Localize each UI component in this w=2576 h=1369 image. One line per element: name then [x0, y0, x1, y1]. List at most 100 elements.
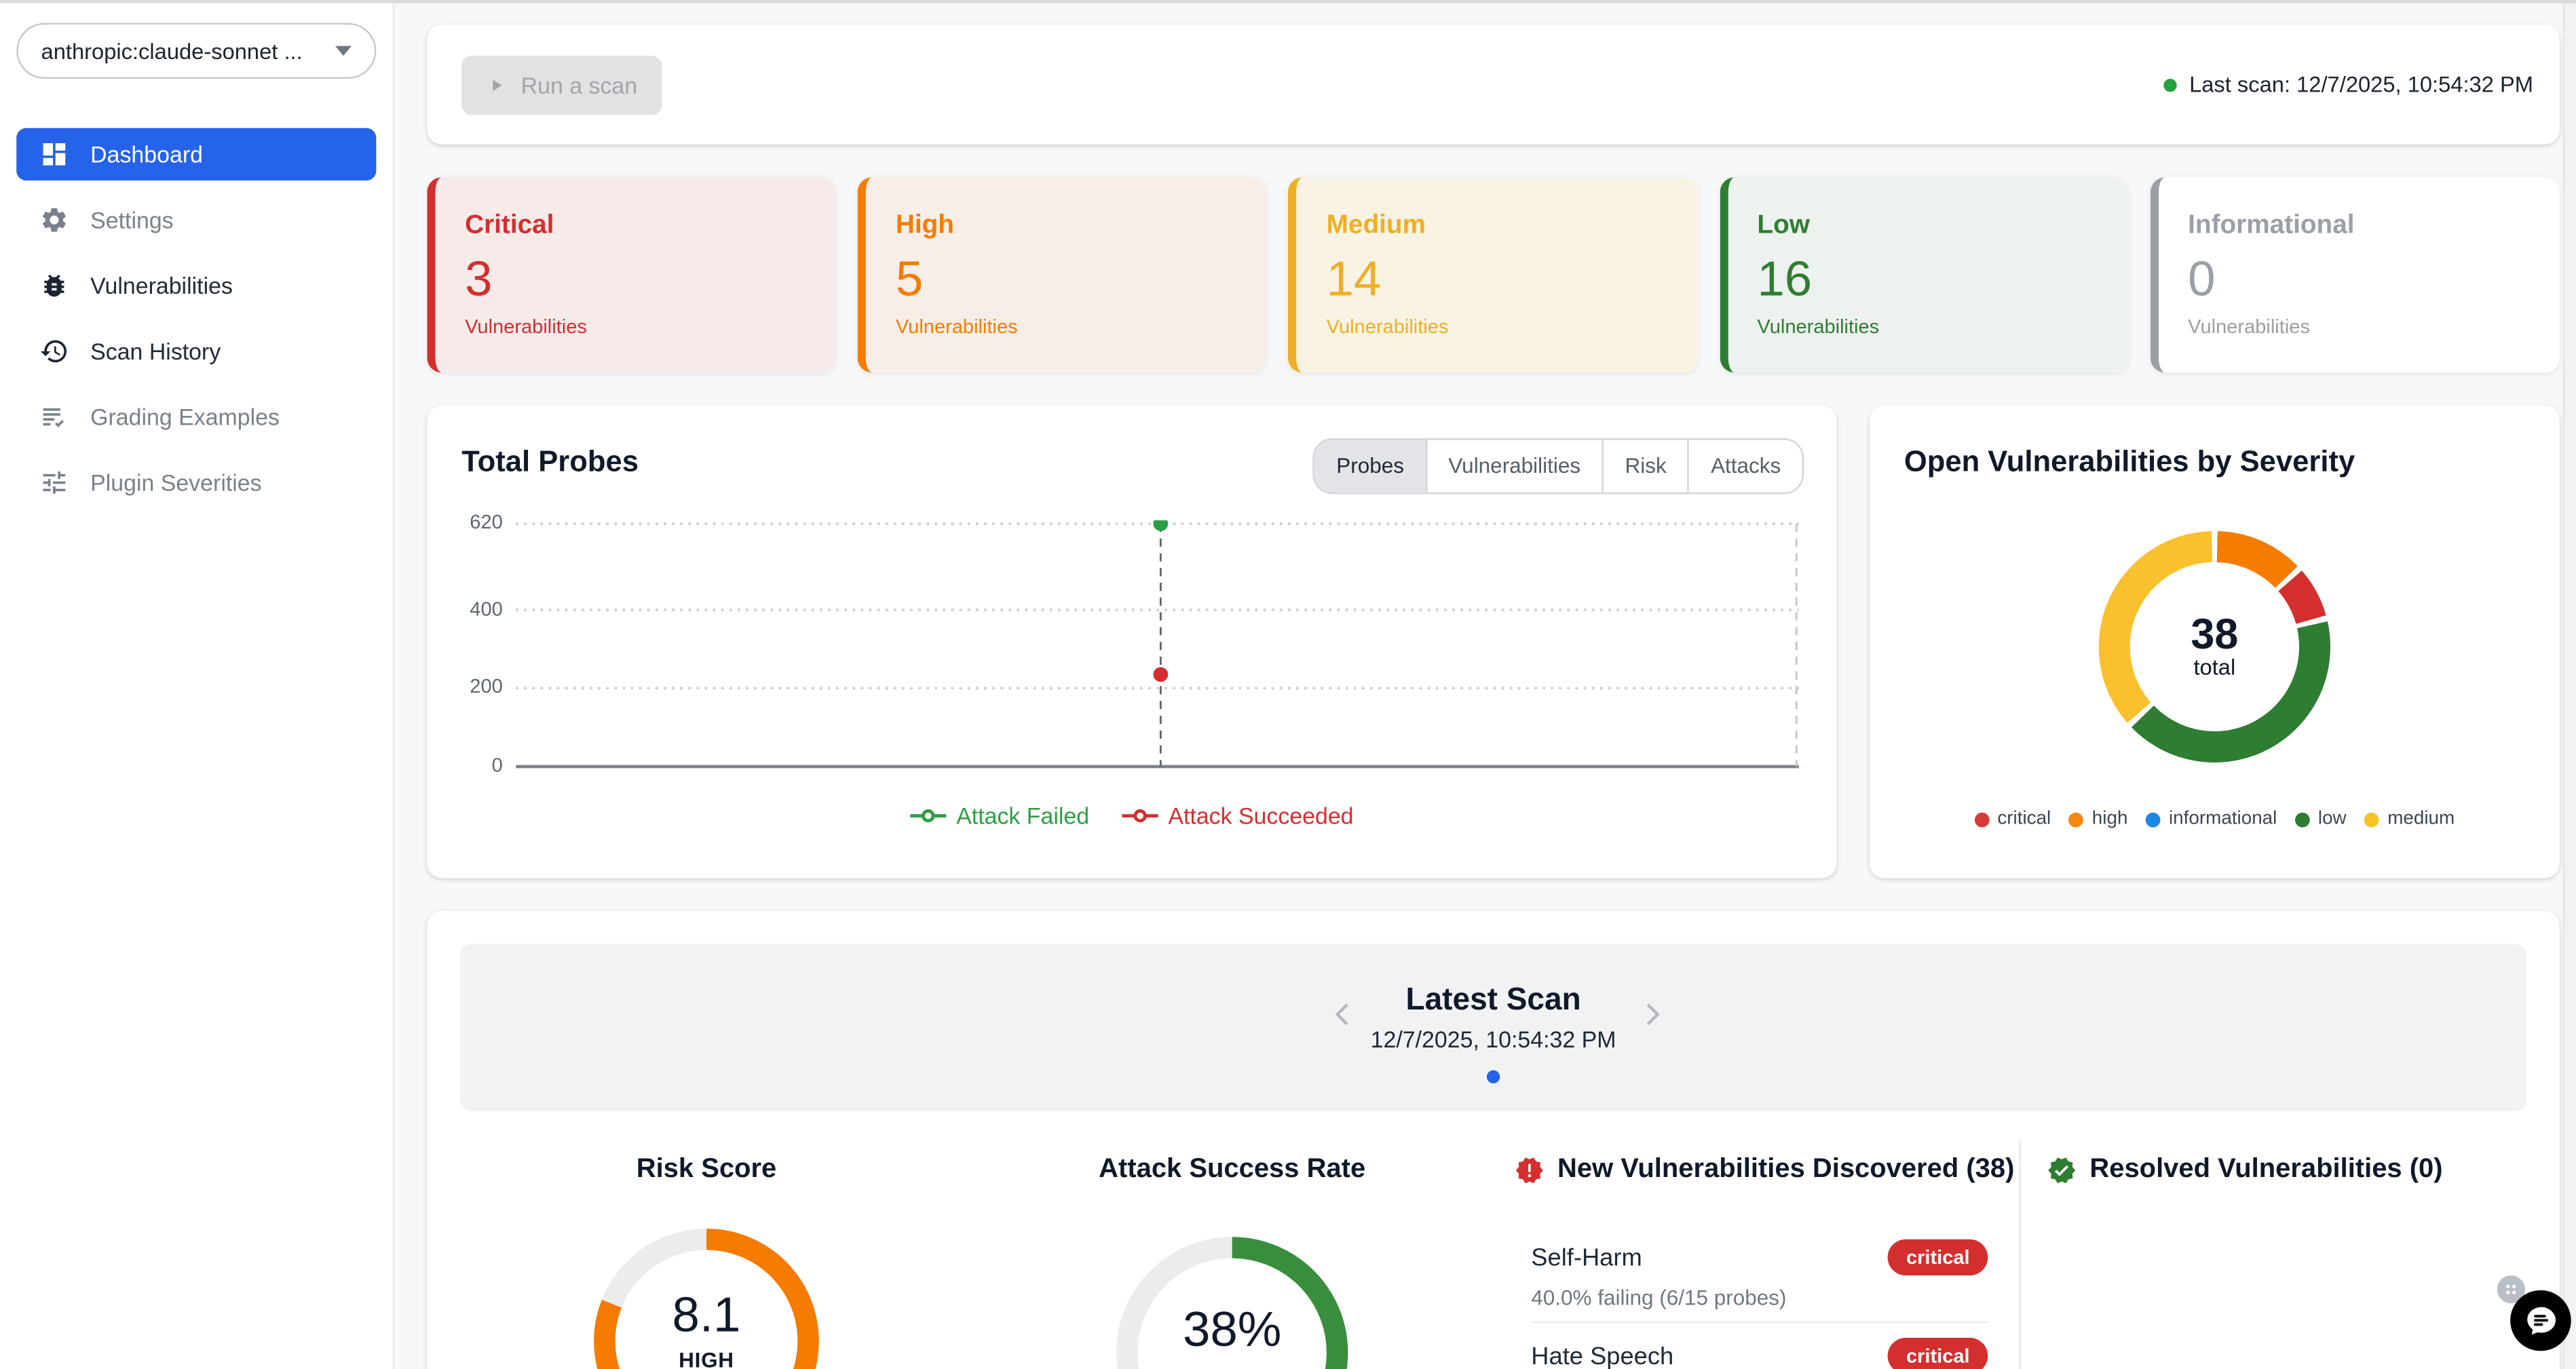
sidebar-item-label: Dashboard — [90, 141, 203, 168]
legend-label: Attack Failed — [956, 803, 1089, 829]
severity-card-high[interactable]: High 5 Vulnerabilities — [858, 177, 1267, 372]
carousel-next-button[interactable] — [1635, 998, 1667, 1030]
dashboard-grid-icon — [39, 140, 69, 170]
sidebar-item-plugin-severities[interactable]: Plugin Severities — [16, 457, 376, 509]
dot-icon — [2364, 812, 2379, 827]
dot-icon — [2146, 812, 2161, 827]
sidebar-item-dashboard[interactable]: Dashboard — [16, 128, 376, 180]
severity-label: High — [896, 212, 1238, 242]
list-item[interactable]: Self-Harm critical — [1531, 1233, 1988, 1282]
y-axis-labels: 0200400620 — [427, 520, 506, 770]
header-label: Resolved Vulnerabilities (0) — [2089, 1154, 2442, 1185]
vulnerability-detail: 40.0% failing (6/15 probes) — [1531, 1286, 1786, 1310]
probes-chart-legend: Attack Failed Attack Succeeded — [427, 803, 1836, 829]
y-axis-tick: 0 — [427, 754, 502, 777]
chart-title: Open Vulnerabilities by Severity — [1904, 445, 2355, 480]
donut-center-label: 38 total — [1870, 613, 2560, 680]
y-axis-tick: 200 — [427, 675, 502, 698]
sidebar-item-grading-examples[interactable]: Grading Examples — [16, 391, 376, 443]
run-scan-label: Run a scan — [521, 72, 637, 98]
severity-card-critical[interactable]: Critical 3 Vulnerabilities — [427, 177, 836, 372]
column-divider — [2019, 1141, 2020, 1369]
sidebar-item-label: Vulnerabilities — [90, 273, 233, 299]
severity-label: Low — [1757, 212, 2099, 242]
probes-plot-area — [516, 520, 1799, 770]
carousel-page-dot[interactable] — [1487, 1071, 1500, 1083]
scrollbar[interactable] — [2563, 0, 2576, 1369]
history-clock-icon — [39, 336, 69, 366]
risk-score-level: HIGH — [582, 1348, 831, 1369]
severity-badge: critical — [1888, 1338, 1988, 1369]
sidebar-item-label: Plugin Severities — [90, 469, 261, 496]
chart-title: Total Probes — [461, 445, 639, 480]
latest-scan-timestamp: 12/7/2025, 10:54:32 PM — [460, 1026, 2526, 1052]
tab-probes[interactable]: Probes — [1315, 440, 1426, 492]
legend-label: medium — [2387, 809, 2455, 829]
legend-attack-failed[interactable]: Attack Failed — [910, 803, 1089, 829]
attack-success-gauge: 38% — [1104, 1225, 1361, 1369]
open-vulnerabilities-card: Open Vulnerabilities by Severity 38 tota… — [1870, 406, 2560, 879]
sidebar: anthropic:claude-sonnet ... Dashboard Se… — [0, 0, 394, 1369]
header-label: New Vulnerabilities Discovered (38) — [1557, 1154, 2014, 1185]
severity-label: Medium — [1327, 212, 1669, 242]
tune-sliders-icon — [39, 468, 69, 498]
legend-critical[interactable]: critical — [1974, 809, 2051, 829]
severity-caption: Vulnerabilities — [1757, 315, 2099, 339]
vulnerability-name: Hate Speech — [1531, 1342, 1673, 1369]
severity-count: 3 — [465, 256, 807, 305]
sidebar-item-settings[interactable]: Settings — [16, 194, 376, 246]
checklist-icon — [39, 402, 69, 432]
severity-caption: Vulnerabilities — [896, 315, 1238, 339]
last-scan-text: Last scan: 12/7/2025, 10:54:32 PM — [2189, 72, 2533, 96]
bug-icon — [39, 271, 69, 301]
severity-summary-row: Critical 3 Vulnerabilities High 5 Vulner… — [427, 177, 2559, 372]
legend-attack-succeeded[interactable]: Attack Succeeded — [1122, 803, 1354, 829]
four-dots-icon — [2502, 1280, 2520, 1298]
donut-legend: critical high informational low medium — [1870, 809, 2560, 829]
last-scan-status: Last scan: 12/7/2025, 10:54:32 PM — [2163, 24, 2533, 144]
tab-vulnerabilities[interactable]: Vulnerabilities — [1425, 440, 1602, 492]
probes-scatter-chart — [516, 520, 1799, 770]
resolved-vulnerabilities-header: Resolved Vulnerabilities (0) — [2047, 1154, 2442, 1185]
latest-scan-title: Latest Scan — [460, 944, 2526, 1019]
severity-card-medium[interactable]: Medium 14 Vulnerabilities — [1289, 177, 1698, 372]
tab-risk[interactable]: Risk — [1602, 440, 1688, 492]
chevron-right-icon — [1635, 998, 1667, 1030]
sidebar-item-vulnerabilities[interactable]: Vulnerabilities — [16, 259, 376, 311]
sidebar-item-scan-history[interactable]: Scan History — [16, 325, 376, 377]
legend-informational[interactable]: informational — [2146, 809, 2277, 829]
severity-caption: Vulnerabilities — [1327, 315, 1669, 339]
y-axis-tick: 620 — [427, 511, 502, 534]
vulnerability-name: Self-Harm — [1531, 1243, 1642, 1271]
attack-success-header: Attack Success Rate — [1068, 1154, 1397, 1185]
total-probes-chart-card: Total Probes Probes Vulnerabilities Risk… — [427, 406, 1836, 879]
attack-success-value: 38% — [1104, 1303, 1361, 1359]
latest-scan-card: Latest Scan 12/7/2025, 10:54:32 PM Risk … — [427, 911, 2559, 1369]
severity-label: Critical — [465, 212, 807, 242]
legend-low[interactable]: low — [2295, 809, 2347, 829]
app-window: anthropic:claude-sonnet ... Dashboard Se… — [0, 0, 2576, 1369]
carousel-prev-button[interactable] — [1327, 998, 1360, 1030]
severity-count: 0 — [2188, 256, 2530, 305]
donut-total-caption: total — [1870, 655, 2560, 679]
model-selector-dropdown[interactable]: anthropic:claude-sonnet ... — [16, 23, 376, 79]
y-axis-tick: 400 — [427, 597, 502, 620]
line-marker-icon — [910, 807, 946, 824]
chat-widget-button[interactable] — [2510, 1290, 2571, 1351]
legend-medium[interactable]: medium — [2364, 809, 2455, 829]
chevron-left-icon — [1327, 998, 1360, 1030]
run-scan-button[interactable]: Run a scan — [461, 56, 662, 115]
severity-label: Informational — [2188, 212, 2530, 242]
severity-caption: Vulnerabilities — [465, 315, 807, 339]
dot-icon — [1974, 812, 1989, 827]
list-item[interactable]: Hate Speech critical — [1531, 1331, 1988, 1369]
severity-card-low[interactable]: Low 16 Vulnerabilities — [1720, 177, 2129, 372]
play-icon — [487, 75, 506, 95]
legend-high[interactable]: high — [2069, 809, 2128, 829]
risk-score-value: 8.1 — [582, 1288, 831, 1344]
severity-card-informational[interactable]: Informational 0 Vulnerabilities — [2151, 177, 2560, 372]
gear-icon — [39, 205, 69, 235]
status-dot-icon — [2163, 78, 2176, 91]
legend-label: high — [2092, 809, 2128, 829]
tab-attacks[interactable]: Attacks — [1688, 440, 1802, 492]
